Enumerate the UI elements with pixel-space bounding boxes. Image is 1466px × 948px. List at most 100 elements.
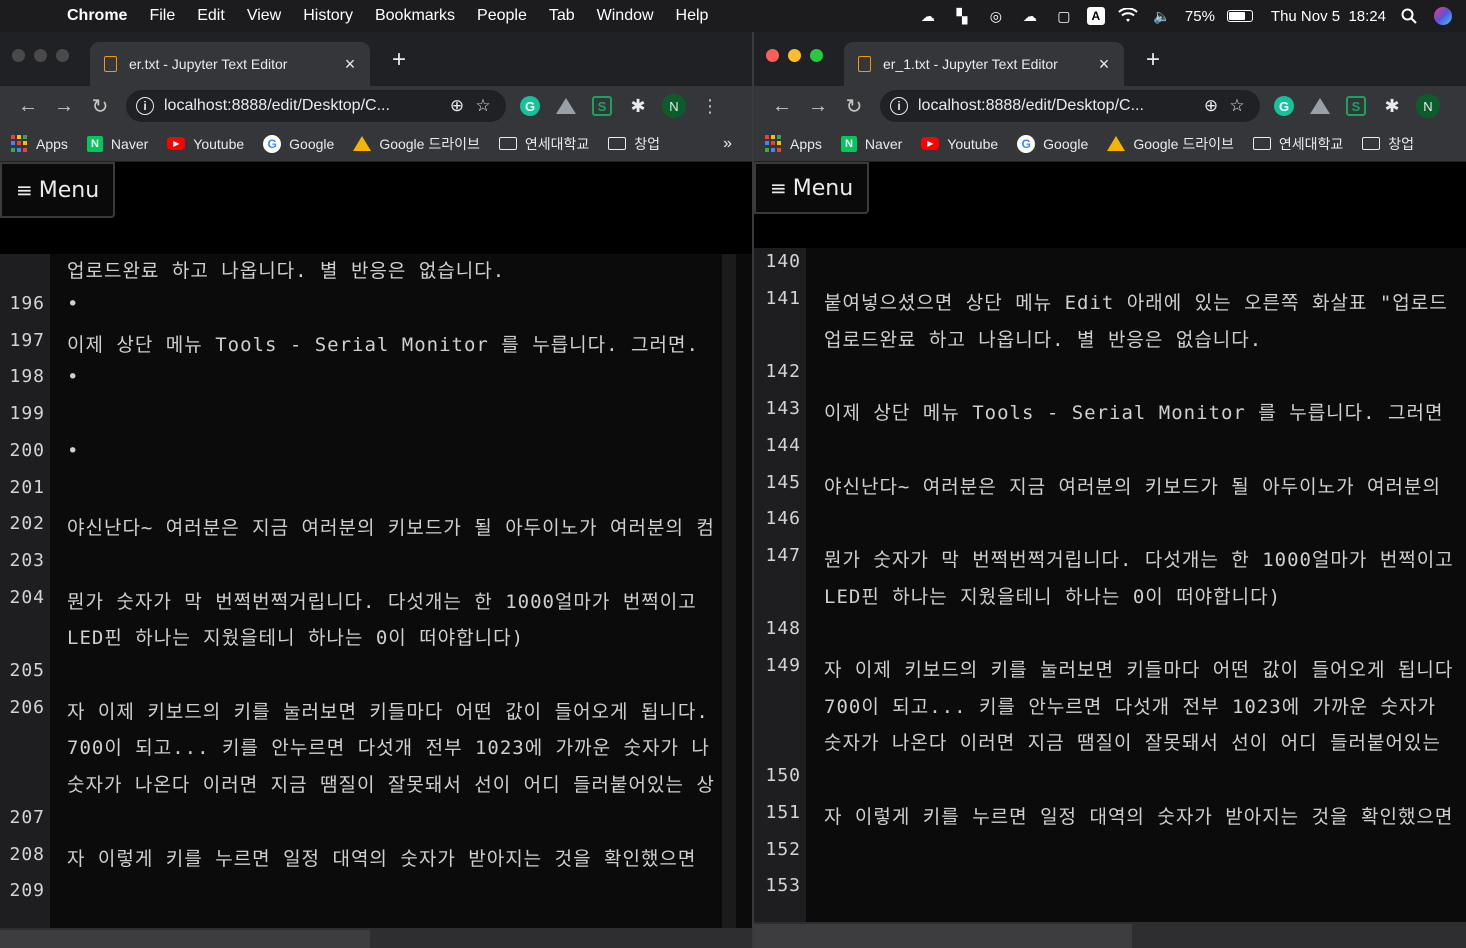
back-button[interactable]: ← [764,95,800,118]
reload-button[interactable]: ↻ [82,94,118,119]
close-tab-icon[interactable]: × [340,54,360,75]
code-line[interactable]: 자 이렇게 키를 누르면 일정 대역의 숫자가 받아지는 것을 확인했으면 [67,844,696,871]
bookmark-apps[interactable]: Apps [10,134,68,153]
code-line[interactable]: 자 이제 키보드의 키를 눌러보면 키들마다 어떤 값이 들어오게 됩니다. [67,697,709,724]
code-line[interactable]: 이제 상단 메뉴 Tools - Serial Monitor 를 누릅니다. … [824,398,1443,425]
bookmark-folder-yonsei[interactable]: 연세대학교 [1252,134,1343,154]
code-line[interactable]: 야신난다~ 여러분은 지금 여러분의 키보드가 될 아두이노가 여러분의 컴 [67,513,715,540]
reload-button[interactable]: ↻ [836,94,872,119]
wifi-icon[interactable] [1117,7,1139,25]
code-line[interactable]: 숫자가 나온다 이러면 지금 땜질이 잘못돼서 선이 어디 들러붙어있는 [824,728,1441,755]
bookmark-google-drive[interactable]: Google 드라이브 [1107,134,1234,154]
tab-er-txt[interactable]: er.txt - Jupyter Text Editor × [90,42,370,86]
code-line-partial[interactable]: 업로드완료 하고 나옵니다. 별 반응은 없습니다. [67,256,505,283]
code-line[interactable]: LED핀 하나는 지웠을테니 하나는 0이 떠야합니다) [824,582,1281,609]
code-line[interactable]: 업로드완료 하고 나옵니다. 별 반응은 없습니다. [824,325,1262,352]
sheets-extension-icon[interactable]: S [584,96,620,116]
bookmark-star-icon[interactable]: ☆ [1224,96,1250,116]
menu-bookmarks[interactable]: Bookmarks [364,7,466,25]
bookmark-star-icon[interactable]: ☆ [470,96,496,116]
bookmark-google-drive[interactable]: Google 드라이브 [353,134,480,154]
code-line[interactable]: • [67,366,79,388]
code-area[interactable]: 붙여넣으셨으면 상단 메뉴 Edit 아래에 있는 오른쪽 화살표 "업로드업로… [812,248,1466,922]
drive-extension-icon[interactable] [548,98,584,114]
menu-chrome[interactable]: Chrome [56,7,138,25]
bookmark-google[interactable]: G Google [1017,134,1088,153]
zoom-window-button[interactable] [56,49,69,62]
code-line[interactable]: • [67,440,79,462]
siri-icon[interactable] [1432,7,1454,25]
site-info-icon[interactable]: i [136,97,154,115]
bookmark-youtube[interactable]: ▶ Youtube [167,136,244,152]
extensions-puzzle-icon[interactable]: ✱ [620,96,656,117]
code-line[interactable]: 붙여넣으셨으면 상단 메뉴 Edit 아래에 있는 오른쪽 화살표 "업로드 [824,288,1448,315]
bookmark-naver[interactable]: N Naver [840,135,902,152]
code-line[interactable]: 야신난다~ 여러분은 지금 여러분의 키보드가 될 아두이노가 여러분의 [824,472,1441,499]
bookmark-folder-startup[interactable]: 창업 [1362,134,1414,154]
vertical-scrollbar[interactable] [722,254,736,928]
code-line[interactable]: 뭔가 숫자가 막 번쩍번쩍거립니다. 다섯개는 한 1000얼마가 번쩍이고 [67,587,697,614]
code-line[interactable]: 700이 되고... 키를 안누르면 다섯개 전부 1023에 가까운 숫자가 … [67,733,710,760]
zoom-icon[interactable]: ⊕ [444,96,470,116]
bookmark-youtube[interactable]: ▶ Youtube [921,136,998,152]
spotlight-search-icon[interactable] [1398,7,1420,25]
creative-cloud-icon[interactable]: ◎ [985,7,1007,25]
grammarly-extension-icon[interactable]: G [1266,96,1302,116]
icloud-icon[interactable]: ☁ [1019,7,1041,25]
profile-avatar[interactable]: N [656,94,692,118]
menu-tab[interactable]: Tab [538,7,586,25]
scrollbar-thumb[interactable] [754,924,1132,948]
cloud-app-icon[interactable]: ☁ [917,7,939,25]
extensions-puzzle-icon[interactable]: ✱ [1374,96,1410,117]
menu-history[interactable]: History [292,7,364,25]
close-window-button[interactable] [12,49,25,62]
chrome-menu-icon[interactable]: ⋮ [692,96,728,117]
menu-help[interactable]: Help [665,7,720,25]
new-tab-button[interactable]: + [1139,46,1167,74]
code-area[interactable]: 업로드완료 하고 나옵니다. 별 반응은 없습니다. • 이제 상단 메뉴 Tool… [55,254,752,928]
menu-view[interactable]: View [236,7,292,25]
bookmark-apps[interactable]: Apps [764,134,822,153]
code-line[interactable]: LED핀 하나는 지웠을테니 하나는 0이 떠야합니다) [67,623,524,650]
minimize-window-button[interactable] [788,49,801,62]
menu-file[interactable]: File [138,7,186,25]
site-info-icon[interactable]: i [890,97,908,115]
code-line[interactable]: 뭔가 숫자가 막 번쩍번쩍거립니다. 다섯개는 한 1000얼마가 번쩍이고 [824,545,1454,572]
jupyter-menu-button[interactable]: ≡ Menu [754,162,870,214]
sheets-extension-icon[interactable]: S [1338,96,1374,116]
address-bar[interactable]: i localhost:8888/edit/Desktop/C... ⊕ ☆ [126,90,506,122]
close-tab-icon[interactable]: × [1094,54,1114,75]
more-bookmarks-button[interactable]: » [723,135,732,153]
code-line[interactable]: 이제 상단 메뉴 Tools - Serial Monitor 를 누릅니다. … [67,330,699,357]
url-text[interactable]: localhost:8888/edit/Desktop/C... [918,97,1198,115]
screen-icon[interactable]: ▢ [1053,7,1075,25]
menu-edit[interactable]: Edit [186,7,236,25]
clock[interactable]: Thu Nov 5 18:24 [1271,8,1386,25]
battery-icon[interactable] [1226,10,1253,22]
drive-extension-icon[interactable] [1302,98,1338,114]
grammarly-extension-icon[interactable]: G [512,96,548,116]
bookmark-naver[interactable]: N Naver [86,135,148,152]
scrollbar-thumb[interactable] [0,930,370,948]
jupyter-menu-button[interactable]: ≡ Menu [0,162,116,218]
menu-window[interactable]: Window [586,7,665,25]
code-line[interactable]: 자 이렇게 키를 누르면 일정 대역의 숫자가 받아지는 것을 확인했으면 [824,802,1453,829]
text-editor[interactable]: 140 141 142 143 144 145 146 147 148 149 150 151 152 1… [754,248,1466,922]
tab-er-1-txt[interactable]: er_1.txt - Jupyter Text Editor × [844,42,1124,86]
volume-icon[interactable]: 🔈 [1151,7,1173,25]
code-line[interactable]: 숫자가 나온다 이러면 지금 땜질이 잘못돼서 선이 어디 들러붙어있는 상 [67,770,715,797]
menu-people[interactable]: People [466,7,538,25]
profile-avatar[interactable]: N [1410,94,1446,118]
bookmark-google[interactable]: G Google [263,134,334,153]
forward-button[interactable]: → [46,95,82,118]
horizontal-scrollbar[interactable] [754,922,1466,948]
bookmark-folder-yonsei[interactable]: 연세대학교 [498,134,589,154]
bookmark-folder-startup[interactable]: 창업 [608,134,660,154]
code-line[interactable]: • [67,293,79,315]
address-bar[interactable]: i localhost:8888/edit/Desktop/C... ⊕ ☆ [880,90,1260,122]
forward-button[interactable]: → [800,95,836,118]
minimize-window-button[interactable] [34,49,47,62]
window-tiling-icon[interactable]: ▚ [951,7,973,25]
zoom-icon[interactable]: ⊕ [1198,96,1224,116]
horizontal-scrollbar[interactable] [0,928,752,948]
